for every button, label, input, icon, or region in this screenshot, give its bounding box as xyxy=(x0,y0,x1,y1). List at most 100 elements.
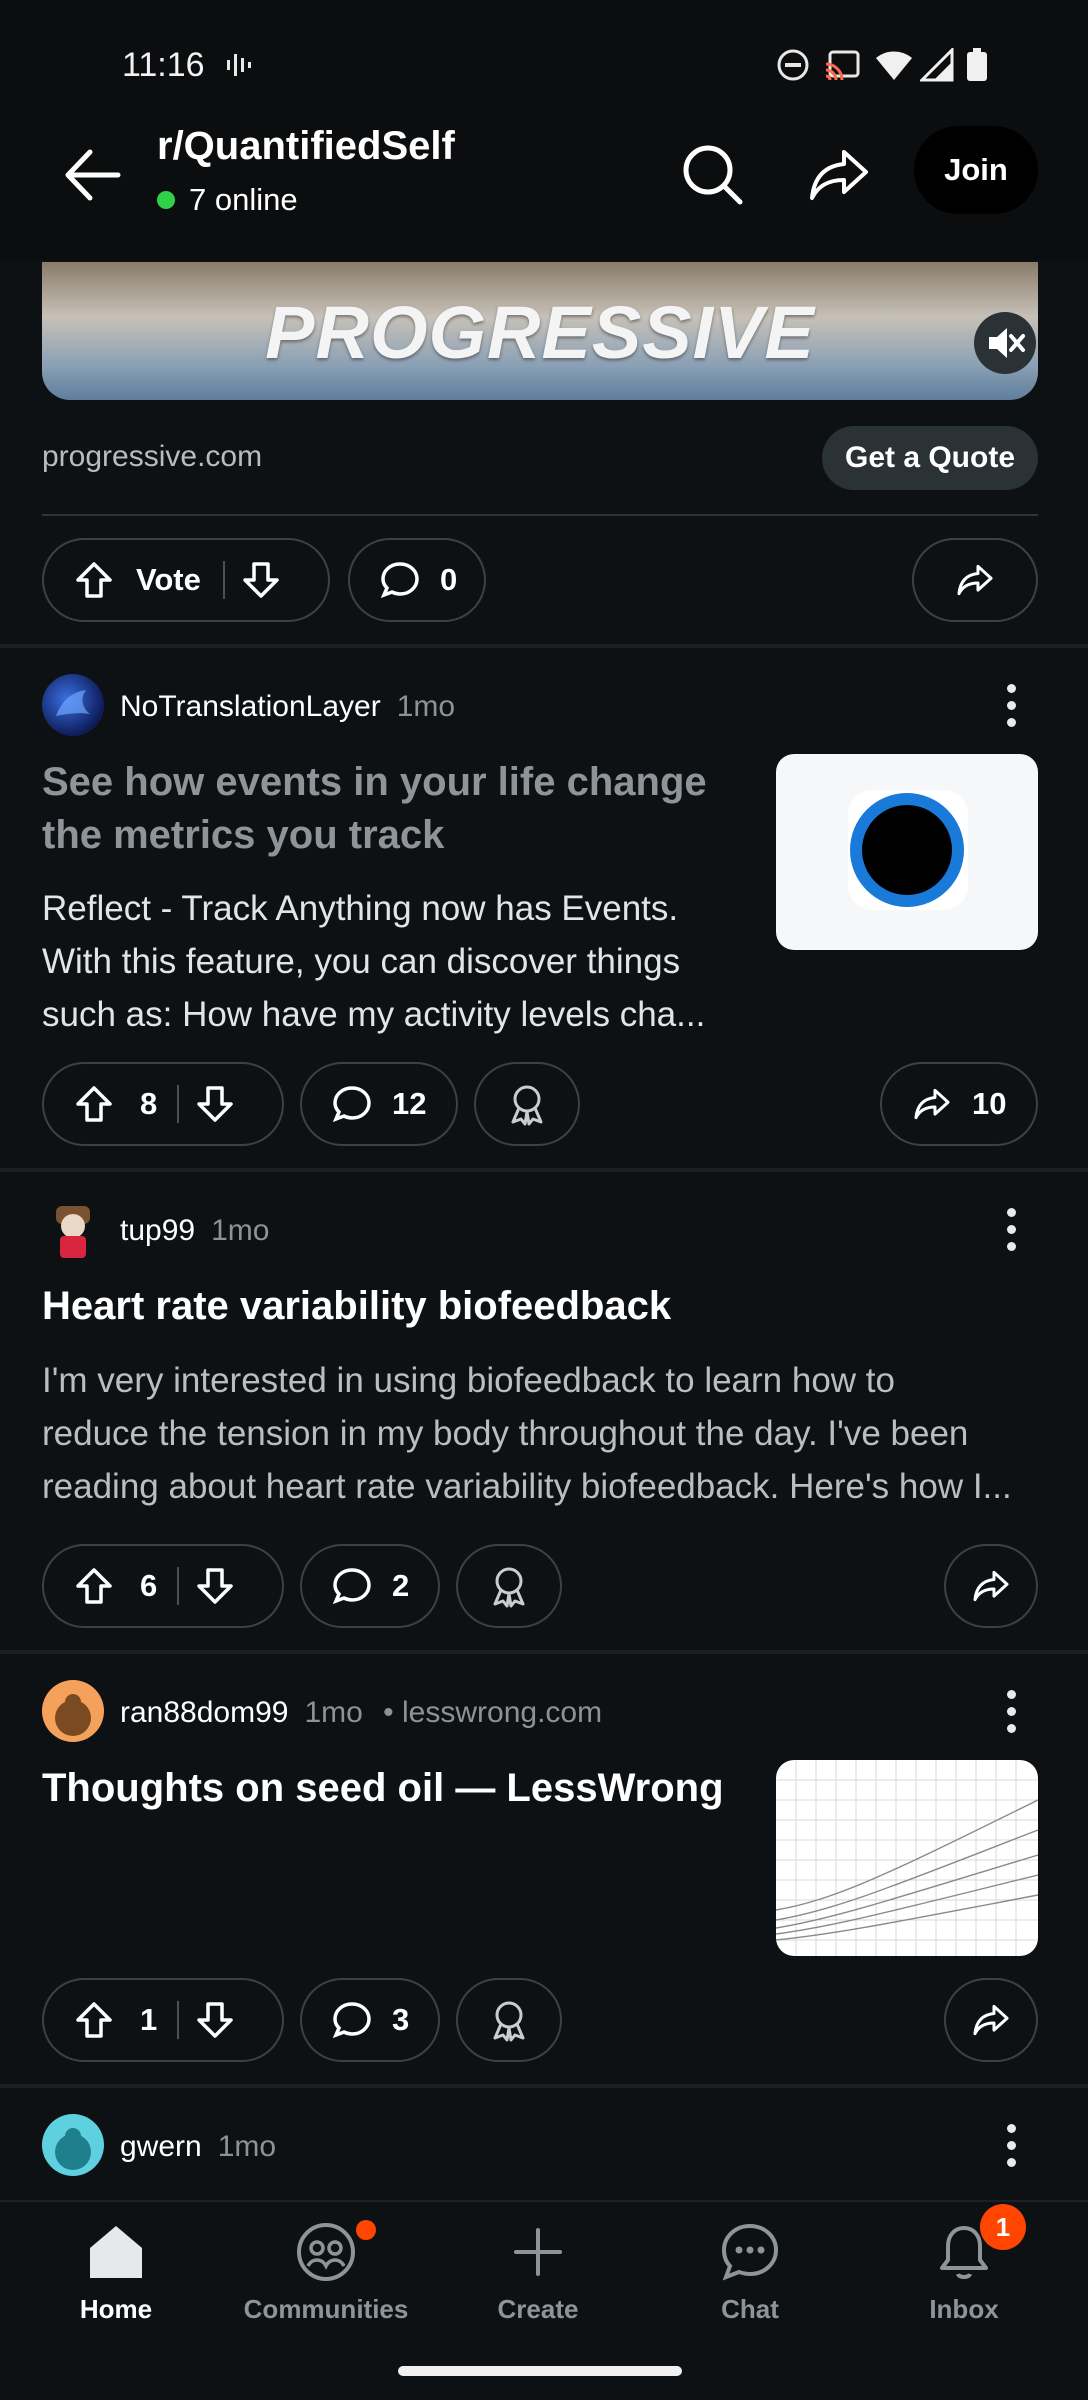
post-title[interactable]: See how events in your life change the m… xyxy=(42,756,707,862)
status-time: 11:16 xyxy=(122,46,205,84)
nav-home[interactable]: Home xyxy=(26,2220,206,2325)
post-thumbnail[interactable] xyxy=(776,1760,1038,1956)
downvote-icon[interactable] xyxy=(241,560,281,600)
divider xyxy=(42,514,1038,516)
post-author-line: gwern 1mo xyxy=(120,2130,276,2164)
mute-button[interactable] xyxy=(974,312,1036,374)
post-separator xyxy=(0,644,1088,648)
upvote-icon[interactable] xyxy=(74,1084,114,1124)
more-options-icon[interactable] xyxy=(996,2114,1026,2176)
post-author[interactable]: gwern xyxy=(120,2130,202,2163)
search-icon[interactable] xyxy=(676,138,750,212)
post-body-line: reading about heart rate variability bio… xyxy=(42,1467,1012,1506)
post-age: 1mo xyxy=(304,1696,363,1729)
comment-icon xyxy=(332,1084,372,1124)
vote-bar: 6 xyxy=(42,1544,284,1628)
post-title[interactable]: Heart rate variability biofeedback xyxy=(42,1280,671,1333)
nav-inbox[interactable]: Inbox 1 xyxy=(874,2204,1054,2325)
downvote-icon[interactable] xyxy=(195,1566,235,1606)
do-not-disturb-icon xyxy=(777,49,809,81)
comment-count: 12 xyxy=(392,1086,427,1121)
post-age: 1mo xyxy=(396,690,456,723)
post-author-line: ran88dom99 1mo • lesswrong.com xyxy=(120,1696,602,1730)
share-icon[interactable] xyxy=(802,138,876,212)
nav-label: Inbox xyxy=(929,2294,999,2324)
upvote-icon[interactable] xyxy=(74,1566,114,1606)
online-indicator xyxy=(157,191,175,209)
back-arrow-icon[interactable] xyxy=(58,140,128,210)
downvote-icon[interactable] xyxy=(195,2000,235,2040)
avatar[interactable] xyxy=(42,2114,104,2176)
nav-chat[interactable]: Chat xyxy=(660,2220,840,2325)
more-options-icon[interactable] xyxy=(996,1680,1026,1742)
wifi-icon xyxy=(876,51,912,80)
more-options-icon[interactable] xyxy=(996,1198,1026,1260)
avatar[interactable] xyxy=(42,674,104,736)
share-icon xyxy=(914,1088,950,1120)
chart-thumbnail-icon xyxy=(776,1760,1038,1956)
award-icon xyxy=(493,2001,525,2042)
award-button[interactable] xyxy=(474,1062,580,1146)
post-author-line: tup99 1mo xyxy=(120,1214,269,1248)
online-count: 7 online xyxy=(157,182,298,218)
share-button[interactable]: 10 xyxy=(880,1062,1038,1146)
post-separator xyxy=(0,2084,1088,2088)
post-body-line: reduce the tension in my body throughout… xyxy=(42,1414,969,1453)
nav-communities[interactable]: Communities xyxy=(236,2220,416,2325)
share-button[interactable] xyxy=(944,1978,1038,2062)
join-button[interactable]: Join xyxy=(914,126,1038,214)
battery-icon xyxy=(967,48,987,81)
comments-button[interactable]: 3 xyxy=(300,1978,440,2062)
post-author[interactable]: ran88dom99 xyxy=(120,1696,288,1729)
ad-image[interactable]: PROGRESSIVE xyxy=(42,262,1038,400)
post-body-line: I'm very interested in using biofeedback… xyxy=(42,1361,895,1400)
nav-label: Home xyxy=(79,2294,153,2324)
post-body: Reflect - Track Anything now has Events.… xyxy=(42,882,732,1041)
post-domain[interactable]: • lesswrong.com xyxy=(383,1696,602,1729)
subreddit-header: r/QuantifiedSelf 7 online Join xyxy=(0,120,1088,260)
home-indicator[interactable] xyxy=(398,2366,682,2376)
reflect-app-logo-icon xyxy=(848,790,968,910)
voicemail-icon xyxy=(227,54,251,76)
post-body: I'm very interested in using biofeedback… xyxy=(42,1354,1042,1513)
vote-count: 1 xyxy=(140,2002,158,2037)
post-author[interactable]: tup99 xyxy=(120,1214,195,1247)
post-body-line: Reflect - Track Anything now has Events. xyxy=(42,889,679,928)
share-count: 10 xyxy=(972,1086,1007,1121)
communities-icon xyxy=(297,2223,355,2281)
post-author[interactable]: NoTranslationLayer xyxy=(120,690,381,723)
snoo-avatar-icon xyxy=(55,1694,91,1736)
upvote-icon[interactable] xyxy=(74,2000,114,2040)
notification-dot xyxy=(356,2220,376,2240)
ad-domain[interactable]: progressive.com xyxy=(42,440,262,474)
nav-create[interactable]: Create xyxy=(448,2220,628,2325)
ad-share-button[interactable] xyxy=(912,538,1038,622)
ad-vote-bar: Vote xyxy=(42,538,330,622)
post-title[interactable]: Thoughts on seed oil — LessWrong xyxy=(42,1762,724,1815)
nav-label: Chat xyxy=(721,2294,779,2324)
post-body-line: With this feature, you can discover thin… xyxy=(42,942,681,981)
comment-count: 0 xyxy=(440,562,458,597)
subreddit-name[interactable]: r/QuantifiedSelf xyxy=(157,124,455,169)
share-button[interactable] xyxy=(944,1544,1038,1628)
avatar[interactable] xyxy=(42,1680,104,1742)
upvote-icon[interactable] xyxy=(74,560,114,600)
avatar[interactable] xyxy=(42,1198,104,1260)
more-options-icon[interactable] xyxy=(996,674,1026,736)
post-title-line: the metrics you track xyxy=(42,813,445,857)
downvote-icon[interactable] xyxy=(195,1084,235,1124)
snoo-avatar-icon xyxy=(55,2128,91,2170)
comments-button[interactable]: 2 xyxy=(300,1544,440,1628)
vote-count: 6 xyxy=(140,1568,158,1603)
post-thumbnail[interactable] xyxy=(776,754,1038,950)
post-separator xyxy=(0,1650,1088,1654)
ad-comments-button[interactable]: 0 xyxy=(348,538,486,622)
award-icon xyxy=(511,1085,543,1126)
post-separator xyxy=(0,1168,1088,1172)
get-quote-button[interactable]: Get a Quote xyxy=(822,426,1038,490)
award-button[interactable] xyxy=(456,1544,562,1628)
comments-button[interactable]: 12 xyxy=(300,1062,458,1146)
inbox-badge: 1 xyxy=(980,2204,1026,2250)
award-button[interactable] xyxy=(456,1978,562,2062)
share-icon xyxy=(957,564,993,596)
